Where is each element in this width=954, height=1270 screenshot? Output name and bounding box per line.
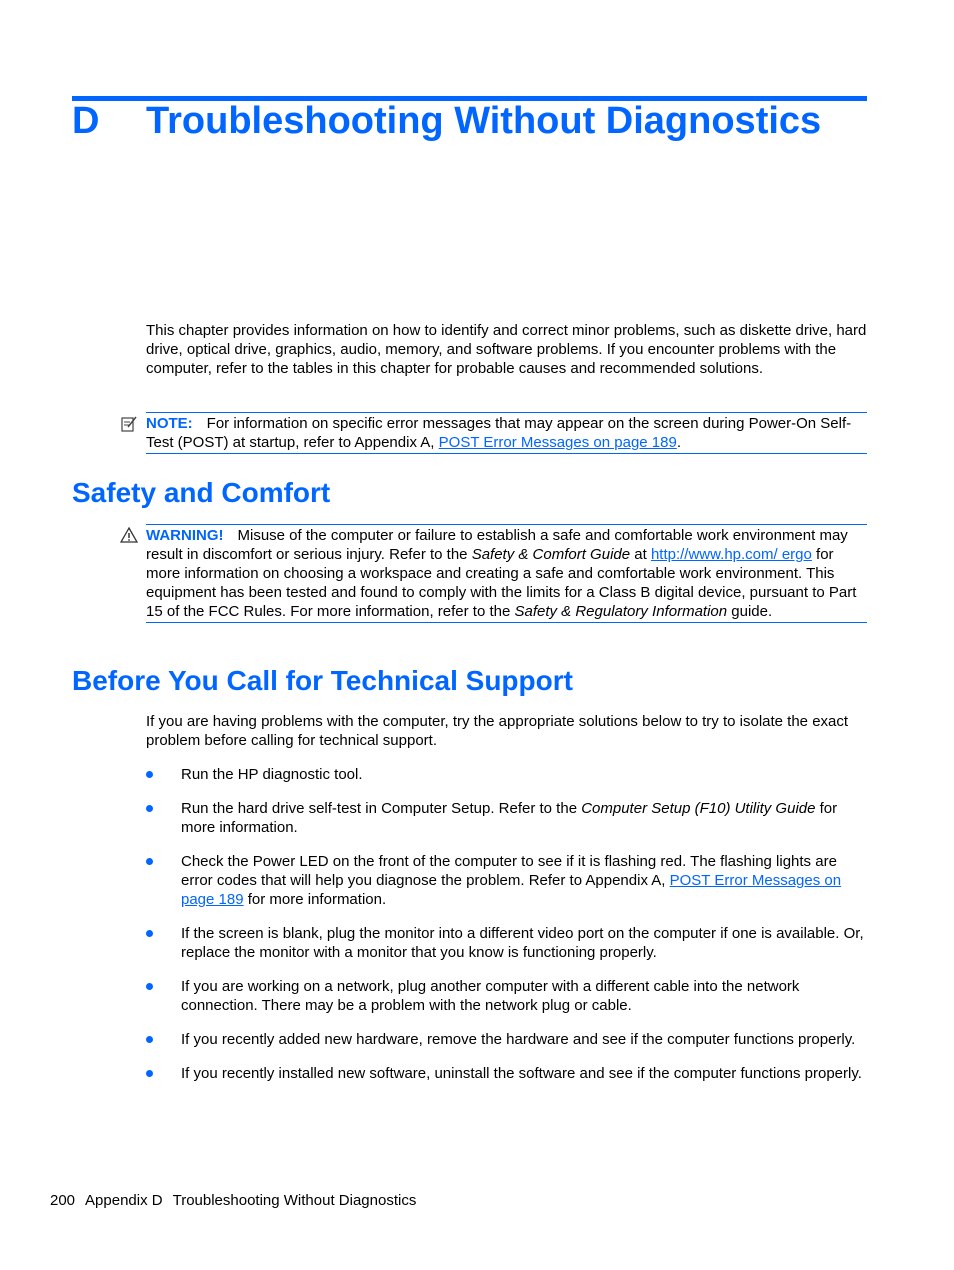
bullet-item: If you recently installed new software, … [146, 1064, 868, 1083]
bullet-dot-icon [146, 1036, 153, 1043]
note-label: NOTE: [146, 415, 193, 432]
warning-box: WARNING! Misuse of the computer or failur… [146, 524, 867, 623]
chapter-title-text: Troubleshooting Without Diagnostics [146, 100, 822, 142]
footer-section: Appendix D [85, 1192, 163, 1209]
safety-heading: Safety and Comfort [72, 477, 331, 508]
warning-text: guide. [727, 603, 773, 620]
warning-label: WARNING! [146, 527, 224, 544]
note-pencil-icon [121, 416, 137, 432]
chapter-intro: This chapter provides information on how… [146, 322, 867, 377]
footer-title: Troubleshooting Without Diagnostics [172, 1192, 417, 1209]
bullet-item: If you recently added new hardware, remo… [146, 1030, 868, 1049]
bullet-text: Run the hard drive self-test in Computer… [181, 800, 582, 817]
bullet-text: If you recently added new hardware, remo… [181, 1031, 856, 1048]
bullet-dot-icon [146, 983, 153, 990]
note-after: . [676, 434, 681, 451]
warning-text: at [630, 546, 651, 563]
support-intro: If you are having problems with the comp… [146, 713, 849, 749]
bullet-item: Check the Power LED on the front of the … [146, 852, 868, 909]
bullet-text: If you recently installed new software, … [181, 1065, 862, 1082]
regulatory-guide-title: Safety & Regulatory Information [514, 603, 728, 620]
bullet-text: If the screen is blank, plug the monitor… [181, 925, 864, 961]
support-heading: Before You Call for Technical Support [72, 665, 573, 696]
post-error-link[interactable]: POST Error Messages on page 189 [439, 434, 677, 451]
chapter-title: D Troubleshooting Without Diagnostics [72, 100, 821, 143]
bullet-text: If you are working on a network, plug an… [181, 978, 800, 1014]
bullet-item: Run the hard drive self-test in Computer… [146, 799, 868, 837]
bullet-italic: Computer Setup (F10) Utility Guide [581, 800, 816, 817]
bullet-item: Run the HP diagnostic tool. [146, 765, 868, 784]
bullet-dot-icon [146, 858, 153, 865]
bullet-item: If the screen is blank, plug the monitor… [146, 924, 868, 962]
bullet-dot-icon [146, 805, 153, 812]
page-footer: 200 Appendix D Troubleshooting Without Dia… [50, 1192, 426, 1209]
hp-ergo-link[interactable]: http://www.hp.com/ ergo [651, 546, 812, 563]
bullet-dot-icon [146, 930, 153, 937]
bullet-item: If you are working on a network, plug an… [146, 977, 868, 1015]
support-bullet-list: Run the HP diagnostic tool. Run the hard … [146, 765, 868, 1098]
page-number: 200 [50, 1192, 76, 1209]
bullet-after: for more information. [243, 891, 387, 908]
bullet-dot-icon [146, 1070, 153, 1077]
bullet-text: Run the HP diagnostic tool. [181, 766, 363, 783]
safety-guide-title: Safety & Comfort Guide [471, 546, 631, 563]
bullet-dot-icon [146, 771, 153, 778]
warning-triangle-icon [120, 526, 138, 543]
chapter-letter: D [72, 100, 100, 142]
note-box: NOTE: For information on specific error m… [146, 412, 867, 454]
